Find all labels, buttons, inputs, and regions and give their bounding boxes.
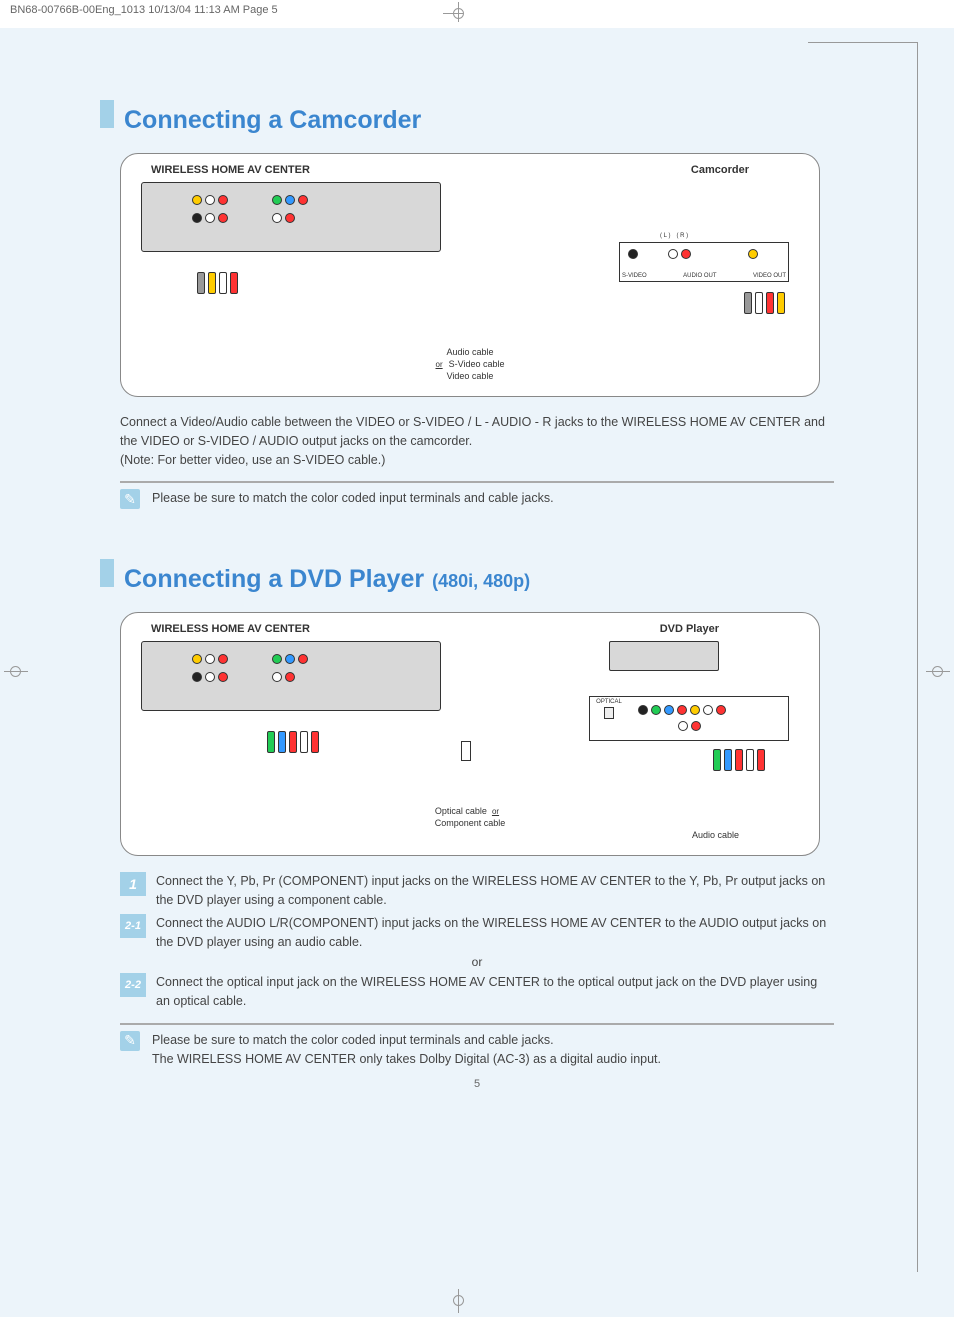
section2-title-suffix: (480i, 480p) <box>432 571 530 592</box>
section1-body: Connect a Video/Audio cable between the … <box>120 413 834 469</box>
section2-note-row: ✎ Please be sure to match the color code… <box>120 1031 834 1069</box>
diagram1-right-label: Camcorder <box>691 164 749 176</box>
diagram1-left-label: WIRELESS HOME AV CENTER <box>151 164 310 176</box>
port-video-out-label: VIDEO OUT <box>753 273 786 279</box>
step-2-1-num: 2-1 <box>120 914 146 938</box>
step-1-text: Connect the Y, Pb, Pr (COMPONENT) input … <box>156 872 834 910</box>
av-center-device <box>141 182 441 252</box>
divider-1 <box>120 481 834 483</box>
crop-mark-left <box>4 660 28 684</box>
section1-note-text: Please be sure to match the color coded … <box>152 489 554 508</box>
step-2-2-num: 2-2 <box>120 973 146 997</box>
section2-title: Connecting a DVD Player <box>124 565 424 594</box>
diagram2-left-label: WIRELESS HOME AV CENTER <box>151 623 310 635</box>
page: BN68-00766B-00Eng_1013 10/13/04 11:13 AM… <box>0 0 954 1317</box>
title-accent-bar <box>100 100 114 128</box>
dvd-player-device <box>609 641 719 671</box>
av-center-device-2 <box>141 641 441 711</box>
pencil-icon: ✎ <box>120 1031 140 1051</box>
step-2-2-row: 2-2 Connect the optical input jack on th… <box>120 973 834 1011</box>
diagram1-canvas: S-VIDEO AUDIO OUT VIDEO OUT ( L ) ( R ) <box>141 182 799 382</box>
port-optical-label: OPTICAL <box>594 699 624 705</box>
pencil-icon: ✎ <box>120 489 140 509</box>
page-number: 5 <box>60 1078 894 1090</box>
crop-mark-right <box>926 660 950 684</box>
section1-diagram: WIRELESS HOME AV CENTER Camcorder <box>120 153 820 397</box>
crop-mark-bottom <box>447 1289 471 1313</box>
dvd-ports: OPTICAL <box>589 696 789 741</box>
diagram2-canvas: OPTICAL <box>141 641 799 841</box>
cable-audio-label: Audio cable <box>141 346 799 358</box>
title-accent-bar <box>100 559 114 587</box>
section2-diagram: WIRELESS HOME AV CENTER DVD Player <box>120 612 820 856</box>
step-1-num: 1 <box>120 872 146 896</box>
step-2-1-text: Connect the AUDIO L/R(COMPONENT) input j… <box>156 914 834 952</box>
cable-svideo-label: S-Video cable <box>449 359 505 369</box>
cable-video-label: Video cable <box>141 370 799 382</box>
port-svideo-label: S-VIDEO <box>622 273 647 279</box>
port-audio-out-label: AUDIO OUT <box>683 273 716 279</box>
print-header: BN68-00766B-00Eng_1013 10/13/04 11:13 AM… <box>0 0 954 28</box>
cable-audio-label-2: Audio cable <box>141 829 799 841</box>
cable-or-label-2: or <box>492 807 499 816</box>
cable-or-label: or <box>436 360 443 369</box>
port-r-label: ( R ) <box>676 233 688 239</box>
diagram2-right-label: DVD Player <box>660 623 719 635</box>
crop-mark-top <box>447 6 471 30</box>
step-1-row: 1 Connect the Y, Pb, Pr (COMPONENT) inpu… <box>120 872 834 910</box>
content-area: Connecting a Camcorder WIRELESS HOME AV … <box>60 60 894 1277</box>
optical-plug <box>461 741 471 761</box>
section1-title-row: Connecting a Camcorder <box>100 100 894 135</box>
cable-optical-label: Optical cable <box>435 806 487 816</box>
section1-title: Connecting a Camcorder <box>124 106 421 135</box>
cable-component-label: Component cable <box>141 817 799 829</box>
steps-or: or <box>60 955 894 969</box>
port-l-label: ( L ) <box>660 233 670 239</box>
step-2-1-row: 2-1 Connect the AUDIO L/R(COMPONENT) inp… <box>120 914 834 952</box>
step-2-2-text: Connect the optical input jack on the WI… <box>156 973 834 1011</box>
trim-line-top <box>808 42 918 43</box>
trim-line-right <box>917 42 918 1272</box>
camcorder-ports: S-VIDEO AUDIO OUT VIDEO OUT ( L ) ( R ) <box>619 242 789 282</box>
section1-note-row: ✎ Please be sure to match the color code… <box>120 489 834 509</box>
section2-title-row: Connecting a DVD Player (480i, 480p) <box>100 559 894 594</box>
divider-2 <box>120 1023 834 1025</box>
section2-note-text: Please be sure to match the color coded … <box>152 1031 661 1069</box>
